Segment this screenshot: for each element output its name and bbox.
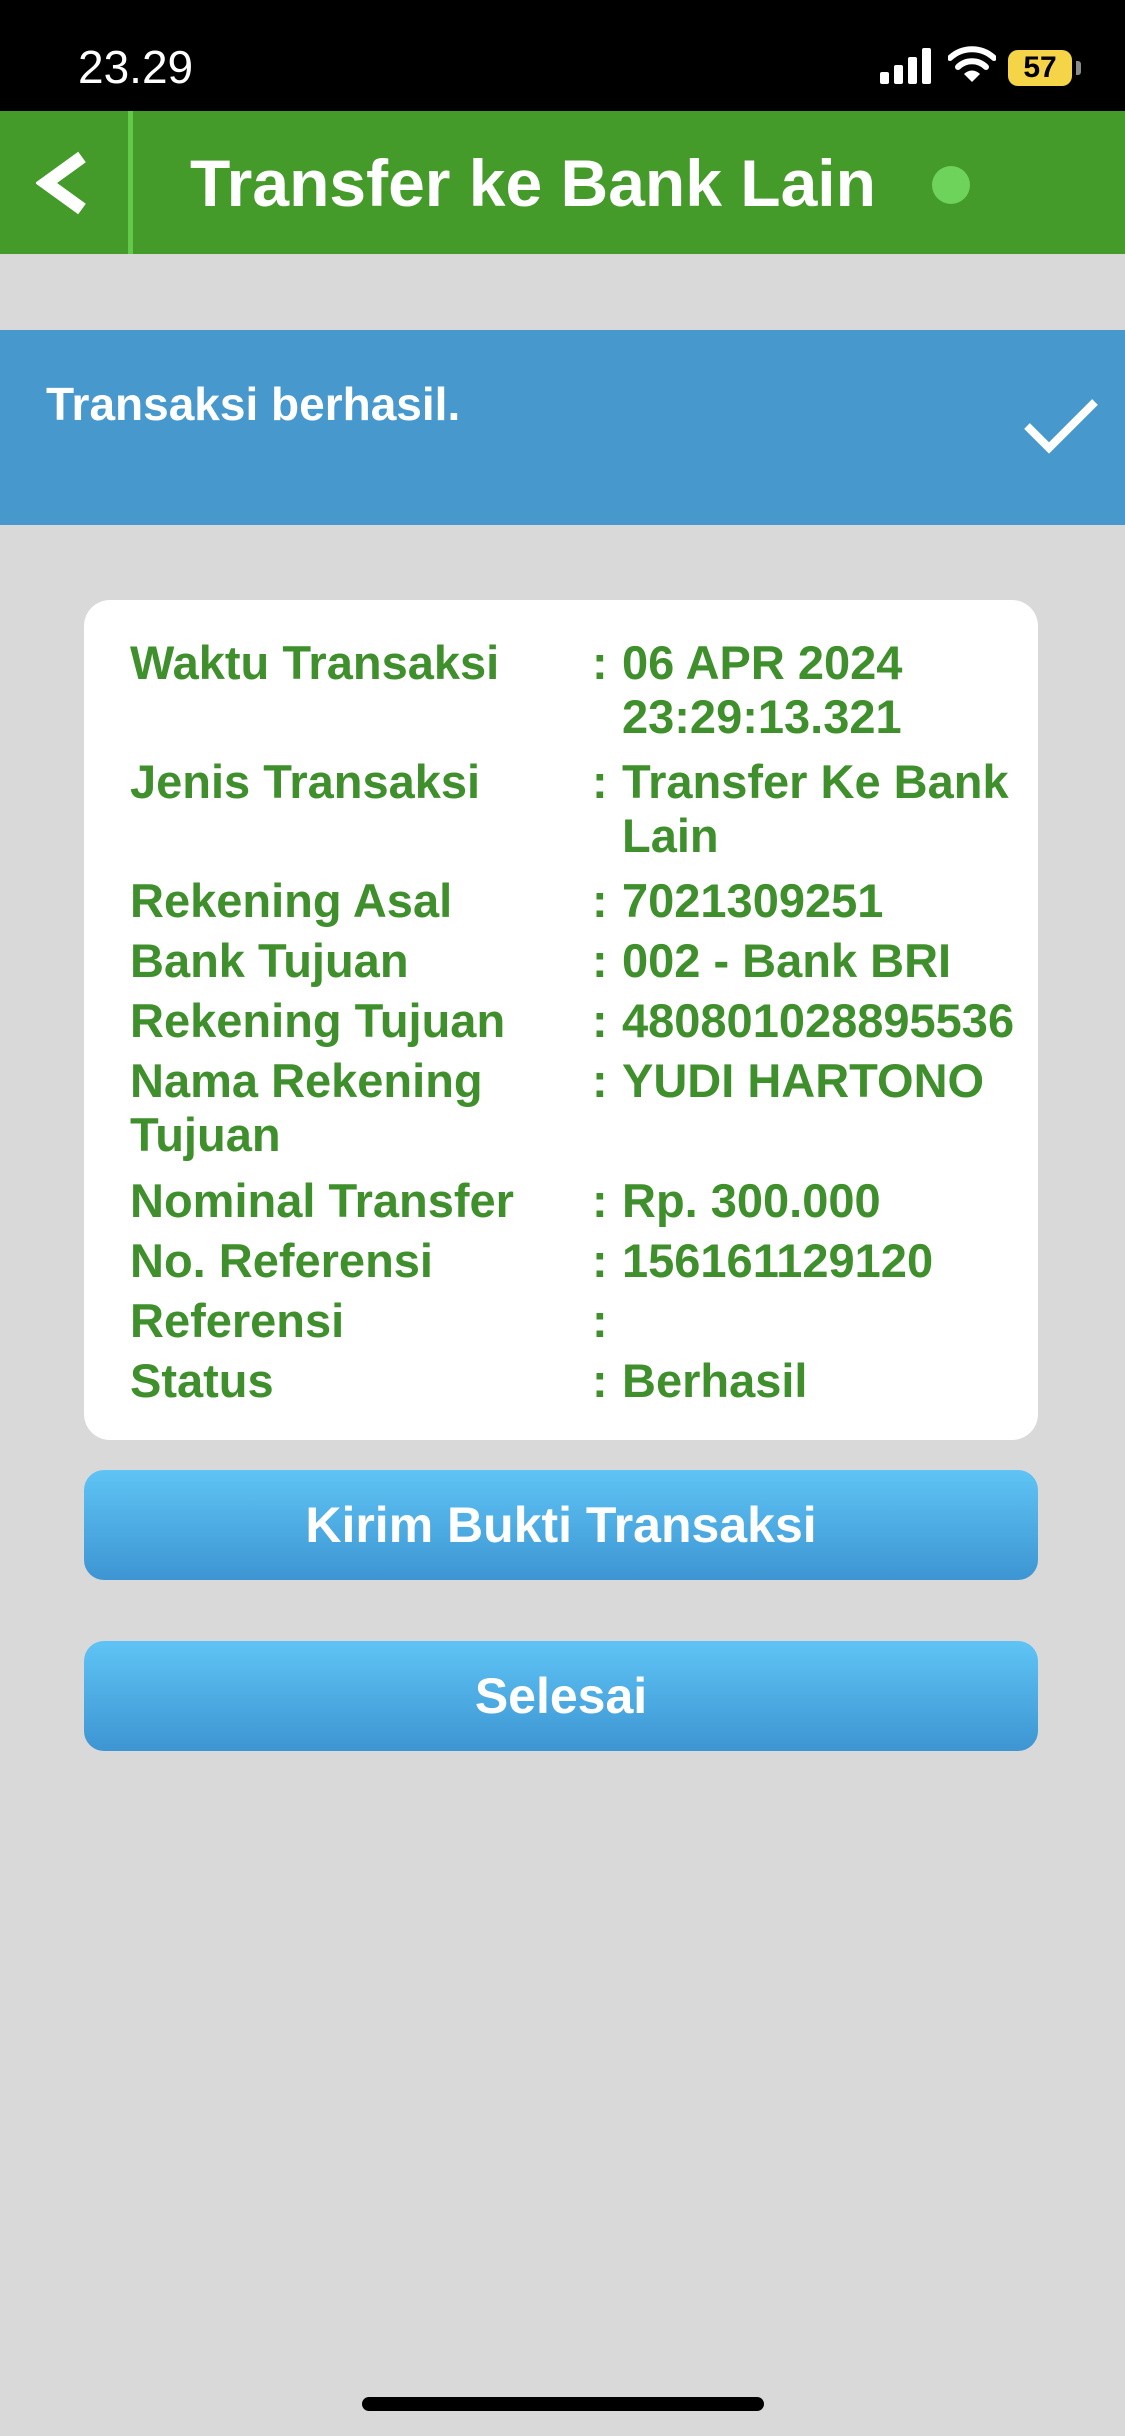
detail-label: Nominal Transfer [130, 1174, 514, 1227]
detail-value: YUDI HARTONO [622, 1054, 985, 1107]
detail-separator: : [592, 934, 608, 987]
detail-label: Nama Rekening Tujuan [130, 1054, 483, 1161]
success-banner: Transaksi berhasil. [0, 330, 1125, 525]
signal-icon [880, 48, 931, 84]
back-button[interactable] [0, 111, 128, 254]
detail-value: 480801028895536 [622, 994, 1015, 1047]
detail-label: Waktu Transaksi [130, 636, 500, 689]
detail-separator: : [592, 1294, 608, 1347]
detail-label: Status [130, 1354, 274, 1407]
success-message: Transaksi berhasil. [46, 378, 461, 430]
battery-icon: 57 [1008, 50, 1072, 86]
header-divider [128, 111, 133, 254]
done-button[interactable]: Selesai [84, 1641, 1038, 1751]
detail-label: Jenis Transaksi [130, 755, 481, 808]
status-time: 23.29 [78, 41, 194, 93]
battery-level: 57 [1023, 51, 1057, 84]
detail-label: Rekening Asal [130, 874, 453, 927]
send-receipt-button[interactable]: Kirim Bukti Transaksi [84, 1470, 1038, 1580]
check-icon [1024, 399, 1098, 454]
detail-separator: : [592, 1354, 608, 1407]
detail-separator: : [592, 755, 608, 808]
detail-value: 156161129120 [622, 1234, 934, 1287]
detail-value: 7021309251 [622, 874, 884, 927]
detail-label: Referensi [130, 1294, 345, 1347]
detail-separator: : [592, 1054, 608, 1107]
status-dot [932, 166, 970, 204]
detail-label: Rekening Tujuan [130, 994, 506, 1047]
detail-separator: : [592, 636, 608, 689]
detail-label: No. Referensi [130, 1234, 433, 1287]
page-title: Transfer ke Bank Lain [190, 146, 876, 220]
battery-nub [1076, 61, 1081, 75]
detail-value: Rp. 300.000 [622, 1174, 881, 1227]
detail-separator: : [592, 1234, 608, 1287]
detail-label: Bank Tujuan [130, 934, 409, 987]
chevron-left-icon [36, 151, 86, 214]
status-bar: 23.29 57 [0, 0, 1125, 111]
detail-value: 002 - Bank BRI [622, 934, 952, 987]
home-indicator [362, 2397, 764, 2411]
detail-separator: : [592, 994, 608, 1047]
transaction-detail-card: Waktu Transaksi : 06 APR 2024 23:29:13.3… [84, 600, 1038, 1440]
detail-separator: : [592, 1174, 608, 1227]
wifi-icon [948, 46, 996, 82]
detail-value: 06 APR 2024 23:29:13.321 [622, 636, 903, 743]
detail-value: Transfer Ke Bank Lain [622, 755, 1009, 862]
detail-value: Berhasil [622, 1354, 808, 1407]
detail-separator: : [592, 874, 608, 927]
